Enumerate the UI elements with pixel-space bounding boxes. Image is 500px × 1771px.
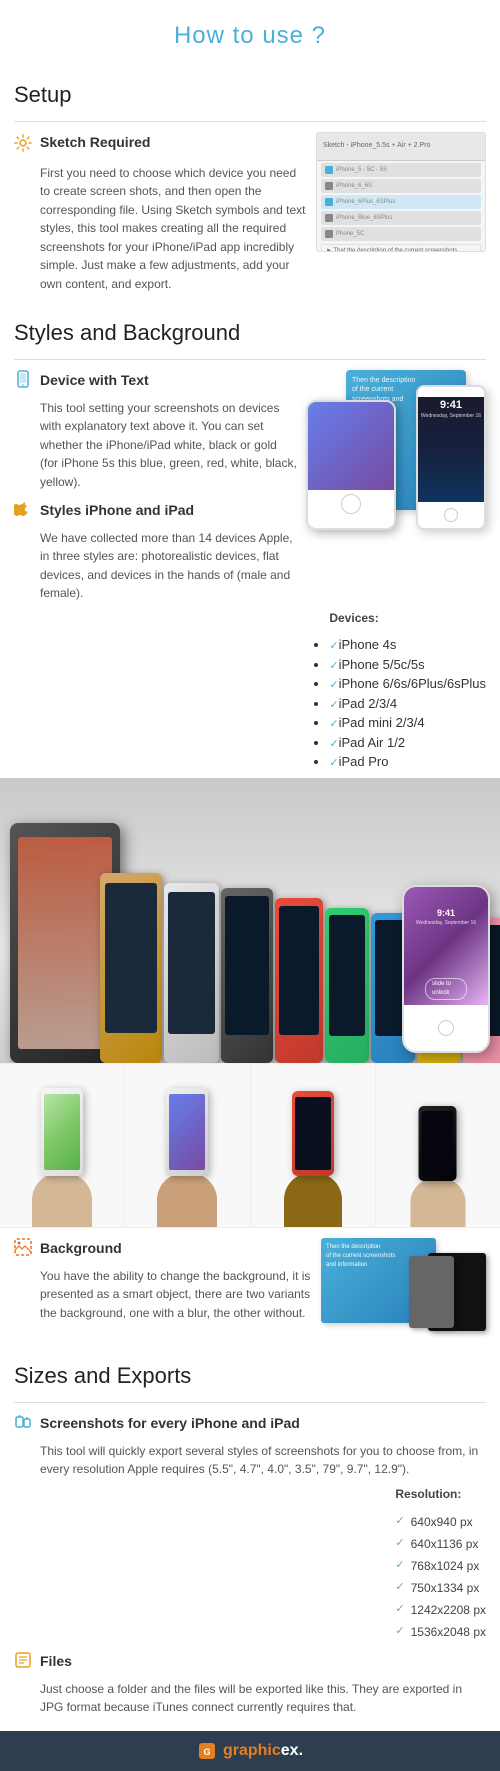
sizes-divider bbox=[14, 1402, 486, 1403]
sketch-required-text: First you need to choose which device yo… bbox=[14, 164, 308, 294]
list-item: ✓750x1334 px bbox=[395, 1577, 486, 1599]
device-text-desc: This tool setting your screenshots on de… bbox=[14, 399, 298, 492]
brand-text: graphicex. bbox=[223, 1739, 303, 1763]
svg-text:G: G bbox=[203, 1747, 210, 1757]
footer: G graphicex. bbox=[0, 1731, 500, 1771]
list-item: ✓iPad Air 1/2 bbox=[329, 733, 486, 753]
background-title: Background bbox=[40, 1238, 122, 1259]
check-icon: ✓ bbox=[395, 1579, 404, 1596]
list-item: ✓640x940 px bbox=[395, 1511, 486, 1533]
device-lineup-image: 9:41 Wednesday, September 16 slide to un… bbox=[0, 778, 500, 1063]
styles-devices-image: Then the descriptionof the currentscreen… bbox=[306, 370, 486, 530]
resolution-label: Resolution: bbox=[395, 1485, 486, 1503]
check-icon: ✓ bbox=[329, 718, 338, 730]
styles-section: Styles and Background Device with Text T… bbox=[0, 304, 500, 1339]
sim-iphone-red bbox=[275, 898, 323, 1063]
devices-label: Devices: bbox=[329, 609, 486, 627]
apple-icon bbox=[14, 500, 32, 524]
styles-iphone-desc: We have collected more than 14 devices A… bbox=[14, 529, 298, 603]
brand-white: ex. bbox=[281, 1742, 303, 1759]
styles-image-mock: Then the descriptionof the currentscreen… bbox=[306, 370, 486, 530]
devices-lineup-section: Devices: ✓iPhone 4s ✓iPhone 5/5c/5s ✓iPh… bbox=[0, 609, 500, 1063]
device-icon bbox=[14, 370, 32, 394]
check-icon: ✓ bbox=[329, 640, 338, 652]
sizes-title: Sizes and Exports bbox=[0, 1347, 500, 1398]
sizes-section: Sizes and Exports Screenshots for every … bbox=[0, 1347, 500, 1731]
brand-orange: graphic bbox=[223, 1742, 281, 1759]
screenshots-icon bbox=[14, 1413, 32, 1437]
resolution-list-items: ✓640x940 px ✓640x1136 px ✓768x1024 px ✓7… bbox=[395, 1511, 486, 1643]
list-item: ✓iPhone 6/6s/6Plus/6sPlus bbox=[329, 674, 486, 694]
check-icon: ✓ bbox=[329, 738, 338, 750]
devices-list-items: ✓iPhone 4s ✓iPhone 5/5c/5s ✓iPhone 6/6s/… bbox=[329, 635, 486, 772]
hand-item-1 bbox=[0, 1064, 124, 1227]
sim-iphone-silver bbox=[164, 883, 219, 1063]
list-item: ✓iPhone 4s bbox=[329, 635, 486, 655]
hands-section bbox=[0, 1063, 500, 1228]
list-item: ✓iPad mini 2/3/4 bbox=[329, 713, 486, 733]
gear-icon bbox=[14, 134, 32, 158]
screenshots-desc: This tool will quickly export several st… bbox=[14, 1442, 486, 1479]
files-icon bbox=[14, 1651, 32, 1675]
sim-iphone-gray bbox=[221, 888, 273, 1063]
list-item: ✓768x1024 px bbox=[395, 1555, 486, 1577]
background-image-mock: Then the descriptionof the current scree… bbox=[321, 1238, 486, 1333]
check-icon: ✓ bbox=[329, 699, 338, 711]
screenshots-title: Screenshots for every iPhone and iPad bbox=[40, 1413, 300, 1434]
check-icon: ✓ bbox=[329, 757, 338, 769]
styles-title: Styles and Background bbox=[0, 304, 500, 355]
styles-divider bbox=[14, 359, 486, 360]
list-item: ✓iPad 2/3/4 bbox=[329, 694, 486, 714]
sim-iphone-green bbox=[325, 908, 369, 1063]
styles-phone-front bbox=[306, 400, 396, 530]
resolution-list: Resolution: ✓640x940 px ✓640x1136 px ✓76… bbox=[395, 1485, 486, 1643]
devices-list: Devices: ✓iPhone 4s ✓iPhone 5/5c/5s ✓iPh… bbox=[329, 609, 486, 772]
section-divider bbox=[14, 121, 486, 122]
device-text-title: Device with Text bbox=[40, 370, 149, 391]
sketch-required-title: Sketch Required bbox=[40, 132, 150, 153]
sketch-image: Sketch - iPhone_5.5s + Air + 2.Pro iPhon… bbox=[316, 132, 486, 252]
background-layout: Background You have the ability to chang… bbox=[14, 1238, 486, 1333]
check-icon: ✓ bbox=[329, 679, 338, 691]
hand-item-2 bbox=[124, 1064, 249, 1227]
files-title: Files bbox=[40, 1651, 72, 1672]
list-item: ✓640x1136 px bbox=[395, 1533, 486, 1555]
check-icon: ✓ bbox=[395, 1513, 404, 1530]
list-item: ✓1536x2048 px bbox=[395, 1621, 486, 1643]
background-icon bbox=[14, 1238, 32, 1262]
styles-iphone-title: Styles iPhone and iPad bbox=[40, 500, 194, 521]
watermark-icon: G bbox=[197, 1741, 217, 1761]
list-item: ✓iPad Pro bbox=[329, 752, 486, 772]
sketch-screenshot-mock: Sketch - iPhone_5.5s + Air + 2.Pro iPhon… bbox=[316, 132, 486, 252]
styles-phone-large: 9:41 Wednesday, September 16 bbox=[416, 385, 486, 530]
hand-item-3 bbox=[250, 1064, 375, 1227]
list-item: ✓iPhone 5/5c/5s bbox=[329, 655, 486, 675]
check-icon: ✓ bbox=[395, 1601, 404, 1618]
background-desc: You have the ability to change the backg… bbox=[14, 1267, 313, 1323]
page-title: How to use ? bbox=[0, 0, 500, 66]
list-item: ✓1242x2208 px bbox=[395, 1599, 486, 1621]
files-desc: Just choose a folder and the files will … bbox=[14, 1680, 486, 1717]
hand-item-4 bbox=[375, 1064, 500, 1227]
sim-iphone5-right: 9:41 Wednesday, September 16 slide to un… bbox=[402, 885, 490, 1053]
background-section: Background You have the ability to chang… bbox=[0, 1228, 500, 1339]
check-icon: ✓ bbox=[395, 1623, 404, 1640]
check-icon: ✓ bbox=[395, 1557, 404, 1574]
sim-iphone-gold bbox=[100, 873, 162, 1063]
check-icon: ✓ bbox=[329, 660, 338, 672]
check-icon: ✓ bbox=[395, 1535, 404, 1552]
setup-title: Setup bbox=[0, 66, 500, 117]
setup-section: Setup Sketch Required First you need to … bbox=[0, 66, 500, 304]
